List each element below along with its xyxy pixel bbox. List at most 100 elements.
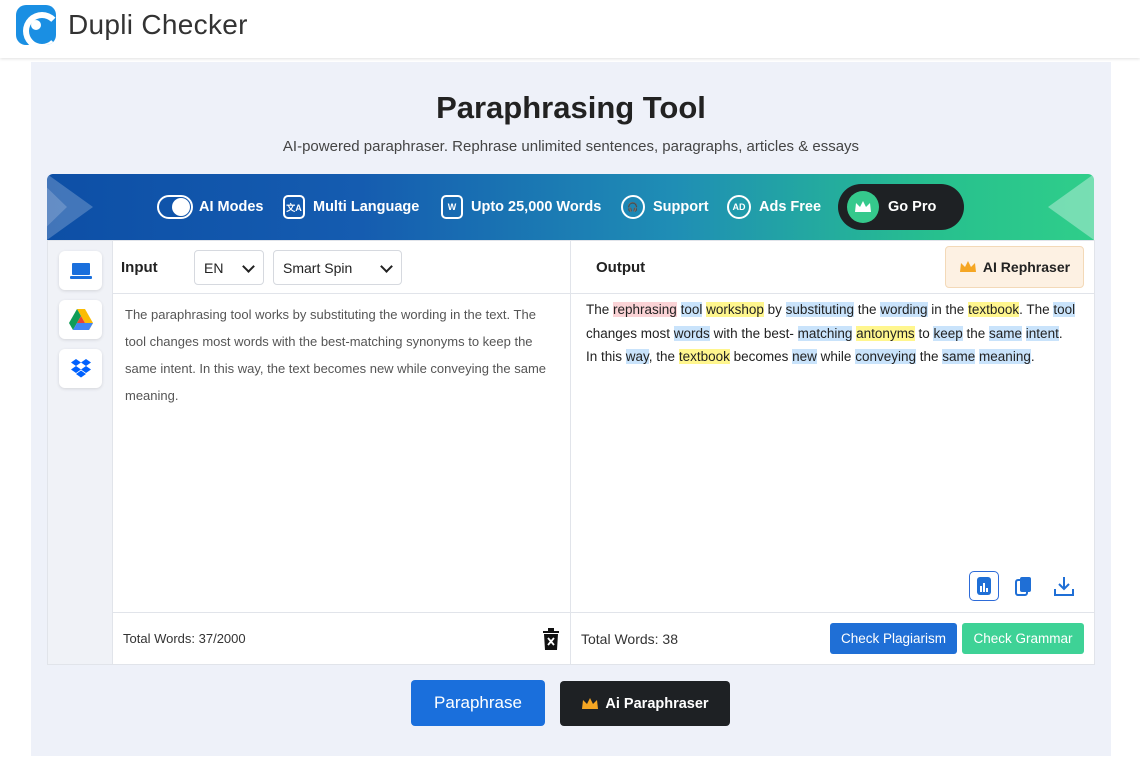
mode-select-value: Smart Spin <box>283 259 353 276</box>
ai-paraphraser-button[interactable]: Ai Paraphraser <box>560 681 730 726</box>
main-panel: Paraphrasing Tool AI-powered paraphraser… <box>31 62 1111 756</box>
feature-ads-free-label: Ads Free <box>759 199 822 215</box>
output-text-segment: the <box>853 302 881 317</box>
input-textarea[interactable]: The paraphrasing tool works by substitut… <box>125 301 550 409</box>
highlighted-word[interactable]: textbook <box>968 302 1020 317</box>
page-title: Paraphrasing Tool <box>436 90 706 125</box>
output-text-segment: changes most <box>586 325 674 341</box>
google-drive-icon <box>68 309 93 330</box>
output-text-segment <box>677 302 681 317</box>
highlighted-word[interactable]: substituting <box>785 302 854 317</box>
output-footer: Total Words: 38 Check Plagiarism Check G… <box>571 612 1094 664</box>
highlighted-word[interactable]: textbook <box>678 349 730 364</box>
chevron-down-icon <box>242 260 255 273</box>
output-text-segment: , the <box>648 349 679 364</box>
highlighted-word[interactable]: tool <box>1053 302 1076 317</box>
upload-sidebar <box>48 241 113 664</box>
output-text-segment: . The <box>1019 302 1054 317</box>
output-label: Output <box>596 259 646 276</box>
feature-word-limit-label: Upto 25,000 Words <box>471 199 602 215</box>
logo-mark-icon <box>16 5 56 45</box>
output-header: Output AI Rephraser <box>571 241 1094 294</box>
highlighted-word[interactable]: tool <box>680 302 703 317</box>
go-pro-button[interactable]: Go Pro <box>838 184 964 230</box>
laptop-icon <box>69 262 92 279</box>
output-text-segment: by <box>763 302 786 317</box>
chart-icon <box>977 577 991 595</box>
highlighted-word[interactable]: words <box>673 325 710 341</box>
output-text-segment: becomes <box>729 349 793 364</box>
download-icon <box>1054 577 1074 596</box>
page-subtitle: AI-powered paraphraser. Rephrase unlimit… <box>282 138 860 155</box>
banner-chevron-left-inner-icon <box>47 174 67 240</box>
highlighted-word[interactable]: keep <box>933 325 963 341</box>
output-word-count: Total Words: 38 <box>581 631 679 647</box>
feature-multi-language-label: Multi Language <box>313 199 420 215</box>
highlighted-word[interactable]: antonyms <box>856 325 915 341</box>
highlighted-word[interactable]: meaning <box>979 349 1031 364</box>
dropbox-button[interactable] <box>59 349 102 388</box>
crown-badge-icon <box>847 191 879 223</box>
highlighted-word[interactable]: same <box>942 349 976 364</box>
ai-modes-toggle-icon[interactable] <box>157 195 193 219</box>
highlighted-word[interactable]: conveying <box>855 349 916 364</box>
translate-icon: 文A <box>283 195 305 219</box>
output-text[interactable]: The rephrasing tool workshop by substitu… <box>586 298 1076 369</box>
google-drive-button[interactable] <box>59 300 102 339</box>
highlighted-word[interactable]: rephrasing <box>613 302 677 317</box>
language-select[interactable]: EN <box>194 250 264 285</box>
feature-multi-language: 文A Multi Language <box>283 174 419 240</box>
upload-device-button[interactable] <box>59 251 102 290</box>
ai-rephraser-button[interactable]: AI Rephraser <box>945 246 1084 288</box>
feature-ai-modes[interactable]: AI Modes <box>157 174 263 240</box>
output-text-segment: in the <box>927 302 969 317</box>
top-bar: Dupli Checker <box>0 0 1140 58</box>
go-pro-label: Go Pro <box>888 199 937 215</box>
output-text-segment: The <box>586 302 614 317</box>
output-text-segment: the <box>962 325 990 341</box>
feature-support-label: Support <box>653 199 709 215</box>
crown-icon <box>959 261 976 272</box>
output-tools <box>969 571 1079 601</box>
highlighted-word[interactable]: workshop <box>706 302 764 317</box>
trash-icon <box>543 628 559 650</box>
delete-button[interactable] <box>542 628 560 655</box>
input-word-count: Total Words: 37/2000 <box>123 631 246 646</box>
feature-banner: AI Modes 文A Multi Language W Upto 25,000… <box>47 174 1094 240</box>
input-footer: Total Words: 37/2000 <box>113 612 570 664</box>
download-button[interactable] <box>1049 571 1079 601</box>
input-header: Input EN Smart Spin <box>113 241 570 294</box>
check-grammar-button[interactable]: Check Grammar <box>962 623 1084 654</box>
copy-button[interactable] <box>1009 571 1039 601</box>
input-label: Input <box>121 259 158 276</box>
check-plagiarism-button[interactable]: Check Plagiarism <box>830 623 957 654</box>
output-text-segment: while <box>816 349 856 364</box>
stats-button[interactable] <box>969 571 999 601</box>
highlighted-word[interactable]: new <box>792 349 817 364</box>
output-text-segment: the <box>915 349 943 364</box>
mode-select[interactable]: Smart Spin <box>273 250 402 285</box>
output-pane: Output AI Rephraser The rephrasing tool … <box>571 241 1094 664</box>
copy-icon <box>1015 577 1031 596</box>
highlighted-word[interactable]: way <box>625 349 649 364</box>
brand-name: Dupli Checker <box>68 9 248 40</box>
highlighted-word[interactable]: wording <box>880 302 928 317</box>
dropbox-icon <box>70 358 91 377</box>
crown-icon <box>582 697 599 709</box>
highlighted-word[interactable]: intent <box>1025 325 1059 341</box>
output-text-segment: . <box>1030 349 1035 364</box>
banner-chevron-right-icon <box>1048 174 1094 240</box>
language-select-value: EN <box>204 259 224 276</box>
paraphrase-button[interactable]: Paraphrase <box>411 680 545 726</box>
highlighted-word[interactable]: matching <box>797 325 853 341</box>
feature-ai-modes-label: AI Modes <box>199 199 264 215</box>
output-text-segment: with the best- <box>709 325 798 341</box>
brand-logo[interactable]: Dupli Checker <box>16 5 248 45</box>
document-word-icon: W <box>441 195 463 219</box>
chevron-down-icon <box>380 260 393 273</box>
feature-support: 🎧 Support <box>621 174 709 240</box>
feature-word-limit: W Upto 25,000 Words <box>441 174 601 240</box>
output-text-segment: to <box>914 325 934 341</box>
highlighted-word[interactable]: same <box>989 325 1023 341</box>
ai-paraphraser-label: Ai Paraphraser <box>605 695 709 712</box>
